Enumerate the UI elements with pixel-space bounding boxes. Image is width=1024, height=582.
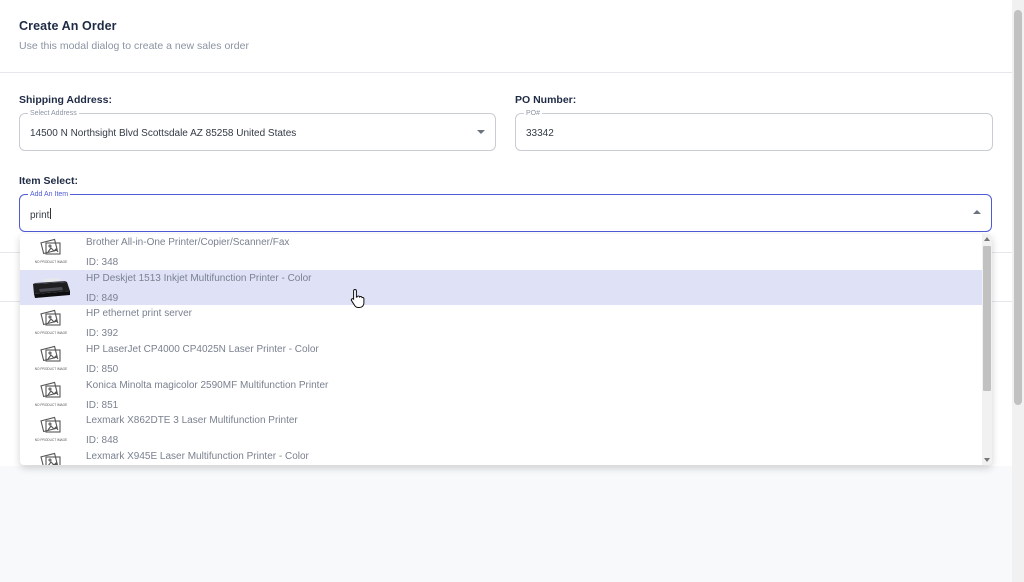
chevron-down-icon[interactable] — [477, 130, 485, 134]
modal-title: Create An Order — [19, 19, 117, 33]
item-result-name: HP ethernet print server — [86, 308, 192, 320]
svg-text:NO PRODUCT IMAGE: NO PRODUCT IMAGE — [35, 403, 68, 407]
shipping-address-label: Shipping Address: — [19, 94, 112, 106]
po-number-legend: PO# — [524, 109, 543, 118]
hand-pointer-icon — [350, 288, 365, 308]
item-search-value: print — [30, 208, 52, 221]
item-result-id: ID: 849 — [86, 292, 119, 304]
item-result-row[interactable]: NO PRODUCT IMAGE HP ethernet print server… — [20, 305, 982, 341]
scroll-down-icon[interactable] — [984, 458, 990, 462]
item-result-id: ID: 850 — [86, 364, 119, 376]
dropdown-scrollbar[interactable] — [982, 234, 992, 465]
background-card-edge — [0, 252, 20, 302]
shipping-address-value: 14500 N Northsight Blvd Scottsdale AZ 85… — [30, 128, 297, 139]
shipping-address-select[interactable]: Select Address 14500 N Northsight Blvd S… — [19, 109, 496, 151]
shipping-address-legend: Select Address — [28, 109, 79, 118]
modal-body-background — [0, 466, 1012, 582]
item-result-row[interactable]: HP Deskjet 1513 Inkjet Multifunction Pri… — [20, 269, 982, 306]
item-result-name: Lexmark X945E Laser Multifunction Printe… — [86, 451, 309, 463]
po-number-input[interactable]: PO# 33342 — [515, 109, 993, 151]
no-image-icon: NO PRODUCT IMAGE — [28, 345, 74, 373]
item-result-row[interactable]: NO PRODUCT IMAGE Brother All-in-One Print… — [20, 234, 982, 270]
page-scrollbar-thumb[interactable] — [1014, 10, 1022, 405]
po-number-value: 33342 — [526, 128, 554, 139]
svg-text:NO PRODUCT IMAGE: NO PRODUCT IMAGE — [35, 367, 68, 371]
item-result-row[interactable]: NO PRODUCT IMAGE Konica Minolta magicolor… — [20, 377, 982, 413]
item-result-row[interactable]: NO PRODUCT IMAGE HP LaserJet CP4000 CP402… — [20, 341, 982, 377]
chevron-up-icon[interactable] — [973, 210, 981, 214]
no-image-icon: NO PRODUCT IMAGE — [28, 381, 74, 409]
svg-text:NO PRODUCT IMAGE: NO PRODUCT IMAGE — [35, 331, 68, 335]
item-select-label: Item Select: — [19, 175, 78, 187]
item-result-id: ID: 392 — [86, 328, 119, 340]
no-image-icon: NO PRODUCT IMAGE — [28, 309, 74, 337]
item-result-name: Lexmark X862DTE 3 Laser Multifunction Pr… — [86, 415, 298, 427]
scroll-up-icon[interactable] — [984, 237, 990, 241]
po-number-label: PO Number: — [515, 94, 577, 106]
modal-header: Create An Order Use this modal dialog to… — [0, 0, 1012, 73]
item-search-input[interactable]: Add An Item print — [19, 190, 992, 232]
item-result-id: ID: 851 — [86, 399, 119, 411]
item-results-dropdown[interactable]: NO PRODUCT IMAGE Brother All-in-One Print… — [20, 234, 992, 465]
no-image-icon: NO PRODUCT IMAGE — [28, 238, 74, 266]
svg-text:NO PRODUCT IMAGE: NO PRODUCT IMAGE — [35, 260, 68, 264]
page-scrollbar[interactable] — [1012, 0, 1024, 582]
item-result-row[interactable]: NO PRODUCT IMAGE Lexmark X945E Laser Mult… — [20, 448, 982, 465]
item-result-name: HP Deskjet 1513 Inkjet Multifunction Pri… — [86, 272, 312, 284]
item-result-name: Konica Minolta magicolor 2590MF Multifun… — [86, 379, 329, 391]
item-result-row[interactable]: NO PRODUCT IMAGE Lexmark X862DTE 3 Laser … — [20, 412, 982, 448]
item-result-id: ID: 848 — [86, 435, 119, 447]
svg-text:NO PRODUCT IMAGE: NO PRODUCT IMAGE — [35, 438, 68, 442]
dropdown-scrollbar-thumb[interactable] — [983, 246, 991, 391]
item-result-name: HP LaserJet CP4000 CP4025N Laser Printer… — [86, 344, 319, 356]
no-image-icon: NO PRODUCT IMAGE — [28, 416, 74, 444]
product-image — [28, 274, 74, 302]
item-result-name: Brother All-in-One Printer/Copier/Scanne… — [86, 237, 290, 248]
item-search-legend: Add An Item — [28, 190, 71, 199]
no-image-icon: NO PRODUCT IMAGE — [28, 452, 74, 465]
modal-subtitle: Use this modal dialog to create a new sa… — [19, 40, 249, 52]
background-card-edge — [992, 252, 1012, 302]
item-result-id: ID: 348 — [86, 257, 119, 268]
item-results-list: NO PRODUCT IMAGE Brother All-in-One Print… — [20, 234, 982, 465]
